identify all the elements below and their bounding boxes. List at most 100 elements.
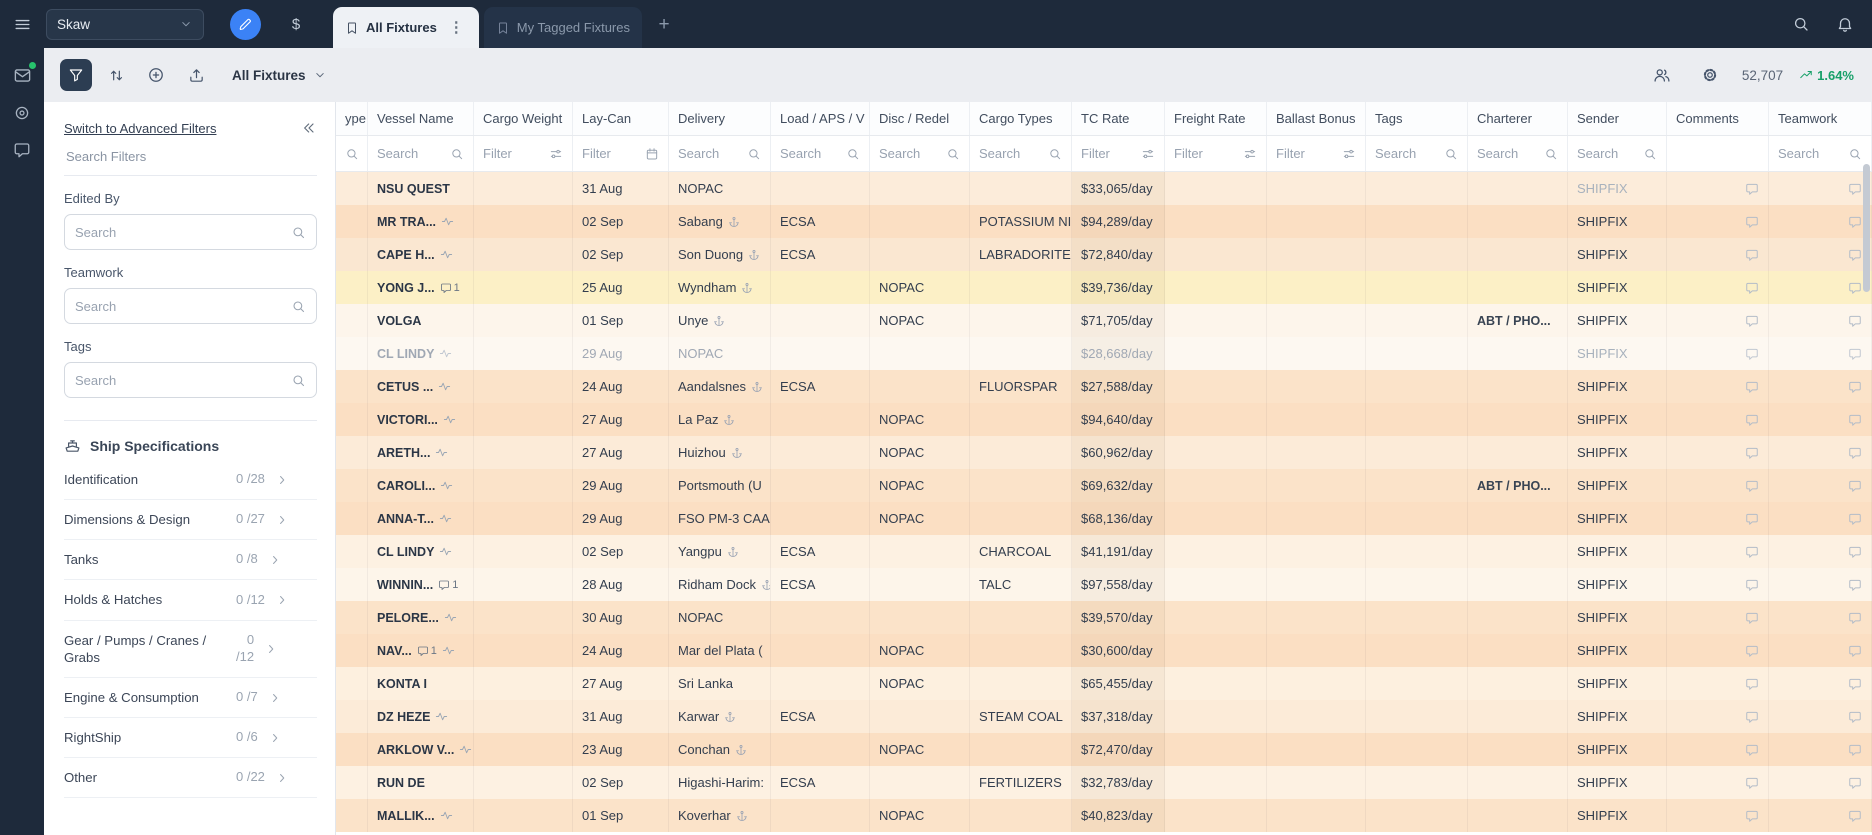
- comments-bubble-icon[interactable]: [1745, 248, 1759, 262]
- comments-bubble-icon[interactable]: [1745, 545, 1759, 559]
- fixture-row[interactable]: NSU QUEST 31 Aug NOPAC $33,065/day SHIPFIX: [336, 172, 1872, 205]
- comments-bubble-icon[interactable]: [1745, 446, 1759, 460]
- comment-count-badge[interactable]: 1: [438, 579, 458, 591]
- teamwork-bubble-icon[interactable]: [1848, 413, 1862, 427]
- spec-item-holds-hatches[interactable]: Holds & Hatches 0 /12: [64, 580, 317, 621]
- fixture-row[interactable]: ARKLOW V... 23 Aug Conchan NOPAC $72,470/day…: [336, 733, 1872, 766]
- fixture-row[interactable]: DZ HEZE 31 Aug Karwar ECSA STEAM COAL $37,318…: [336, 700, 1872, 733]
- settings-button[interactable]: [1694, 59, 1726, 91]
- comments-bubble-icon[interactable]: [1745, 809, 1759, 823]
- fixture-row[interactable]: ANNA-T... 29 Aug FSO PM-3 CAA NOPAC $68,136/…: [336, 502, 1872, 535]
- fixture-row[interactable]: CL LINDY 02 Sep Yangpu ECSA CHARCOAL $41,191/…: [336, 535, 1872, 568]
- comments-bubble-icon[interactable]: [1745, 182, 1759, 196]
- teamwork-bubble-icon[interactable]: [1848, 644, 1862, 658]
- teamwork-bubble-icon[interactable]: [1848, 743, 1862, 757]
- fixture-row[interactable]: VICTORI... 27 Aug La Paz NOPAC $94,640/day SH…: [336, 403, 1872, 436]
- column-header-cargo-types[interactable]: Cargo Types: [970, 102, 1072, 135]
- teamwork-bubble-icon[interactable]: [1848, 215, 1862, 229]
- hamburger-menu-button[interactable]: [0, 0, 44, 48]
- teamwork-bubble-icon[interactable]: [1848, 578, 1862, 592]
- spec-item-engine-consumption[interactable]: Engine & Consumption 0 /7: [64, 678, 317, 719]
- add-fixture-button[interactable]: [140, 59, 172, 91]
- tab-menu-button[interactable]: ⋮: [446, 20, 467, 35]
- teamwork-bubble-icon[interactable]: [1848, 182, 1862, 196]
- collapse-panel-button[interactable]: [301, 120, 317, 136]
- column-filter-ballast-bonus[interactable]: Filter: [1267, 136, 1366, 171]
- fixture-row[interactable]: CAROLI... 29 Aug Portsmouth (U NOPAC $69,632…: [336, 469, 1872, 502]
- tags-search-input[interactable]: [75, 372, 285, 388]
- teamwork-bubble-icon[interactable]: [1848, 677, 1862, 691]
- tab-all-fixtures[interactable]: All Fixtures ⋮: [333, 7, 479, 48]
- comments-bubble-icon[interactable]: [1745, 314, 1759, 328]
- column-filter-teamwork[interactable]: Search: [1769, 136, 1872, 171]
- teamwork-bubble-icon[interactable]: [1848, 248, 1862, 262]
- teamwork-bubble-icon[interactable]: [1848, 545, 1862, 559]
- comments-bubble-icon[interactable]: [1745, 644, 1759, 658]
- comments-bubble-icon[interactable]: [1745, 281, 1759, 295]
- comments-bubble-icon[interactable]: [1745, 512, 1759, 526]
- export-button[interactable]: [180, 59, 212, 91]
- spec-item-dimensions-design[interactable]: Dimensions & Design 0 /27: [64, 500, 317, 541]
- chat-button[interactable]: [13, 141, 31, 159]
- comment-count-badge[interactable]: 1: [440, 282, 460, 294]
- teamwork-search-input[interactable]: [75, 298, 285, 314]
- comments-bubble-icon[interactable]: [1745, 479, 1759, 493]
- fixture-row[interactable]: CL LINDY 29 Aug NOPAC $28,668/day SHIPFIX: [336, 337, 1872, 370]
- column-header-charterer[interactable]: Charterer: [1468, 102, 1568, 135]
- mail-button[interactable]: [13, 62, 36, 85]
- teamwork-bubble-icon[interactable]: [1848, 479, 1862, 493]
- spec-item-identification[interactable]: Identification 0 /28: [64, 460, 317, 501]
- compose-button[interactable]: [230, 8, 261, 40]
- dollar-button[interactable]: $: [283, 16, 309, 33]
- column-header-tags[interactable]: Tags: [1366, 102, 1468, 135]
- spec-item-rightship[interactable]: RightShip 0 /6: [64, 718, 317, 759]
- market-circle-button[interactable]: [13, 104, 31, 122]
- fixture-row[interactable]: RUN DE 02 Sep Higashi-Harim: ECSA FERTILIZER…: [336, 766, 1872, 799]
- column-filter-freight-rate[interactable]: Filter: [1165, 136, 1267, 171]
- fixture-row[interactable]: PELORE... 30 Aug NOPAC $39,570/day SHIPFIX: [336, 601, 1872, 634]
- comments-bubble-icon[interactable]: [1745, 710, 1759, 724]
- column-filter-vessel-name[interactable]: Search: [368, 136, 474, 171]
- comments-bubble-icon[interactable]: [1745, 611, 1759, 625]
- column-filter-disc-redel[interactable]: Search: [870, 136, 970, 171]
- sort-button[interactable]: [100, 59, 132, 91]
- edited-by-search-input[interactable]: [75, 224, 285, 240]
- column-filter-cargo-weight[interactable]: Filter: [474, 136, 573, 171]
- spec-item-other[interactable]: Other 0 /22: [64, 758, 317, 799]
- scrollbar-thumb[interactable]: [1863, 164, 1870, 292]
- column-header-delivery[interactable]: Delivery: [669, 102, 771, 135]
- column-header-cargo-weight[interactable]: Cargo Weight: [474, 102, 573, 135]
- column-header-disc-redel[interactable]: Disc / Redel: [870, 102, 970, 135]
- fixture-row[interactable]: KONTA I 27 Aug Sri Lanka NOPAC $65,455/day SH…: [336, 667, 1872, 700]
- fixture-row[interactable]: VOLGA 01 Sep Unye NOPAC $71,705/day ABT / PHO…: [336, 304, 1872, 337]
- teamwork-bubble-icon[interactable]: [1848, 446, 1862, 460]
- column-filter-load-aps-v[interactable]: Search: [771, 136, 870, 171]
- view-selector-dropdown[interactable]: All Fixtures: [232, 68, 327, 83]
- column-filter-tags[interactable]: Search: [1366, 136, 1468, 171]
- teamwork-bubble-icon[interactable]: [1848, 281, 1862, 295]
- column-header-comments[interactable]: Comments: [1667, 102, 1769, 135]
- add-tab-button[interactable]: +: [652, 0, 676, 48]
- comments-bubble-icon[interactable]: [1745, 347, 1759, 361]
- comments-bubble-icon[interactable]: [1745, 215, 1759, 229]
- column-filter-cargo-types[interactable]: Search: [970, 136, 1072, 171]
- column-header-teamwork[interactable]: Teamwork: [1769, 102, 1872, 135]
- contacts-button[interactable]: [1646, 59, 1678, 91]
- teamwork-bubble-icon[interactable]: [1848, 710, 1862, 724]
- fixture-row[interactable]: ARETH... 27 Aug Huizhou NOPAC $60,962/day SHI…: [336, 436, 1872, 469]
- global-search-button[interactable]: [1784, 0, 1818, 48]
- column-filter-delivery[interactable]: Search: [669, 136, 771, 171]
- fixture-row[interactable]: CAPE H... 02 Sep Son Duong ECSA LABRADORITE $…: [336, 238, 1872, 271]
- column-filter-lay-can[interactable]: Filter: [573, 136, 669, 171]
- filter-toggle-button[interactable]: [60, 59, 92, 91]
- fixture-row[interactable]: MALLIK... 01 Sep Koverhar NOPAC $40,823/day S…: [336, 799, 1872, 832]
- spec-item-tanks[interactable]: Tanks 0 /8: [64, 540, 317, 581]
- column-header-tc-rate[interactable]: TC Rate: [1072, 102, 1165, 135]
- spec-item-gear-pumps-cranes-grabs[interactable]: Gear / Pumps / Cranes / Grabs 0/12: [64, 621, 317, 678]
- comments-bubble-icon[interactable]: [1745, 578, 1759, 592]
- teamwork-bubble-icon[interactable]: [1848, 512, 1862, 526]
- fixture-row[interactable]: CETUS ... 24 Aug Aandalsnes ECSA FLUORSPAR $2…: [336, 370, 1872, 403]
- column-header-ype[interactable]: ype: [336, 102, 368, 135]
- column-filter-ype[interactable]: [336, 136, 368, 171]
- teamwork-bubble-icon[interactable]: [1848, 347, 1862, 361]
